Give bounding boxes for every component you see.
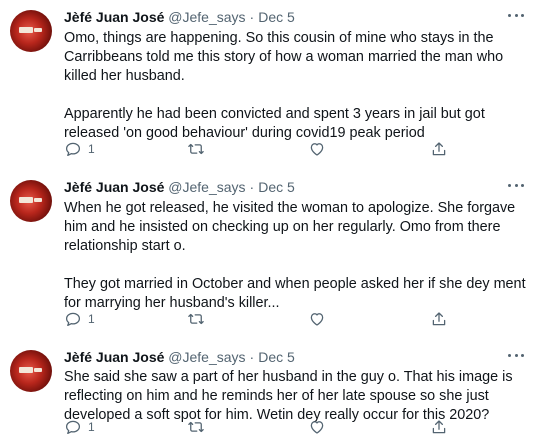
user-handle[interactable]: @Jefe_says — [168, 9, 245, 25]
avatar-logo-mark — [34, 28, 42, 32]
reply-icon — [65, 142, 81, 157]
separator-dot: · — [249, 179, 255, 195]
more-dots-icon[interactable] — [505, 348, 527, 362]
retweet-button[interactable] — [187, 310, 205, 328]
separator-dot: · — [249, 9, 255, 25]
retweet-icon — [188, 143, 204, 155]
tweet-header: Jèfé Juan José @Jefe_says · Dec 5 — [64, 179, 295, 195]
tweet-date[interactable]: Dec 5 — [258, 9, 295, 25]
share-button[interactable] — [430, 140, 448, 158]
tweet-text: When he got released, he visited the wom… — [64, 199, 534, 313]
reply-button[interactable]: 1 — [64, 310, 95, 328]
tweet[interactable]: Jèfé Juan José @Jefe_says · Dec 5 When he … — [0, 170, 547, 340]
share-icon — [432, 420, 446, 434]
tweet-paragraph: Omo, things are happening. So this cousi… — [64, 30, 504, 84]
tweet-actions: 1 — [64, 140, 464, 158]
heart-icon — [310, 143, 324, 156]
avatar-logo-mark — [34, 368, 42, 372]
reply-icon — [65, 312, 81, 327]
tweet[interactable]: Jèfé Juan José @Jefe_says · Dec 5 Omo, thi… — [0, 0, 547, 170]
reply-button[interactable]: 1 — [64, 418, 95, 436]
more-dots-icon[interactable] — [505, 8, 527, 22]
avatar[interactable] — [10, 10, 52, 52]
more-dots-icon[interactable] — [505, 178, 527, 192]
like-button[interactable] — [308, 310, 326, 328]
retweet-button[interactable] — [187, 418, 205, 436]
tweet-text: She said she saw a part of her husband i… — [64, 368, 534, 425]
tweet-header: Jèfé Juan José @Jefe_says · Dec 5 — [64, 9, 295, 25]
share-icon — [432, 142, 446, 156]
display-name[interactable]: Jèfé Juan José — [64, 9, 164, 25]
avatar[interactable] — [10, 350, 52, 392]
display-name[interactable]: Jèfé Juan José — [64, 349, 164, 365]
share-button[interactable] — [430, 418, 448, 436]
reply-button[interactable]: 1 — [64, 140, 95, 158]
retweet-button[interactable] — [187, 140, 205, 158]
tweet-date[interactable]: Dec 5 — [258, 179, 295, 195]
tweet-paragraph: When he got released, he visited the wom… — [64, 200, 516, 254]
reply-count: 1 — [88, 142, 95, 156]
avatar-logo — [19, 367, 33, 373]
reply-count: 1 — [88, 420, 95, 434]
separator-dot: · — [249, 349, 255, 365]
tweet-paragraph: Apparently he had been convicted and spe… — [64, 106, 485, 141]
like-button[interactable] — [308, 418, 326, 436]
tweet-actions: 1 — [64, 418, 464, 436]
display-name[interactable]: Jèfé Juan José — [64, 179, 164, 195]
share-button[interactable] — [430, 310, 448, 328]
avatar-logo — [19, 27, 33, 33]
retweet-icon — [188, 313, 204, 325]
tweet-paragraph: They got married in October and when peo… — [64, 276, 526, 311]
like-button[interactable] — [308, 140, 326, 158]
user-handle[interactable]: @Jefe_says — [168, 179, 245, 195]
user-handle[interactable]: @Jefe_says — [168, 349, 245, 365]
tweet[interactable]: Jèfé Juan José @Jefe_says · Dec 5 She said… — [0, 340, 547, 443]
tweet-actions: 1 — [64, 310, 464, 328]
retweet-icon — [188, 421, 204, 433]
heart-icon — [310, 313, 324, 326]
tweet-date[interactable]: Dec 5 — [258, 349, 295, 365]
avatar-logo-mark — [34, 198, 42, 202]
heart-icon — [310, 421, 324, 434]
avatar-logo — [19, 197, 33, 203]
tweet-header: Jèfé Juan José @Jefe_says · Dec 5 — [64, 349, 295, 365]
reply-icon — [65, 420, 81, 435]
tweet-paragraph: She said she saw a part of her husband i… — [64, 369, 513, 423]
tweet-text: Omo, things are happening. So this cousi… — [64, 29, 534, 143]
reply-count: 1 — [88, 312, 95, 326]
avatar[interactable] — [10, 180, 52, 222]
share-icon — [432, 312, 446, 326]
